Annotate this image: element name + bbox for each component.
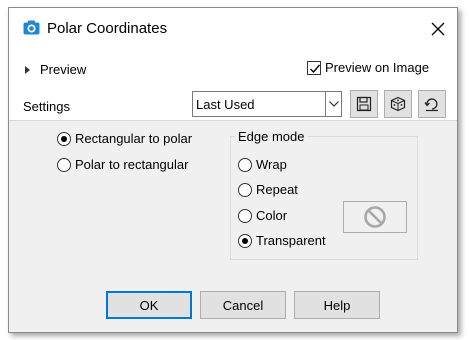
- radio-edge-transparent[interactable]: Transparent: [238, 233, 326, 248]
- dialog-window: Polar Coordinates Preview Preview on Ima…: [8, 7, 458, 333]
- radio-button[interactable]: [238, 208, 252, 223]
- radio-edge-color[interactable]: Color: [238, 208, 287, 223]
- reset-button[interactable]: [418, 90, 446, 118]
- camera-app-icon: [23, 20, 40, 35]
- radio-button[interactable]: [238, 233, 252, 248]
- cancel-button-label: Cancel: [222, 297, 264, 313]
- radio-label: Polar to rectangular: [75, 157, 189, 172]
- preview-label: Preview: [40, 62, 87, 77]
- radio-label: Color: [256, 208, 288, 223]
- header-panel: Preview Preview on Image Settings Last U…: [9, 48, 457, 120]
- cancel-button[interactable]: Cancel: [200, 291, 286, 319]
- radio-button[interactable]: [57, 131, 71, 146]
- radio-label: Rectangular to polar: [75, 131, 193, 146]
- section-divider: [9, 120, 457, 121]
- radio-button[interactable]: [238, 157, 252, 172]
- radio-button[interactable]: [57, 157, 71, 172]
- settings-selected-value: Last Used: [196, 96, 255, 112]
- checkmark-icon: [310, 64, 321, 73]
- edge-mode-legend: Edge mode: [235, 129, 308, 144]
- radio-edge-wrap[interactable]: Wrap: [238, 157, 287, 172]
- save-preset-button[interactable]: [350, 90, 378, 118]
- edge-color-swatch[interactable]: [343, 201, 407, 233]
- close-icon[interactable]: [425, 16, 451, 42]
- settings-dropdown[interactable]: Last Used: [192, 91, 342, 117]
- radio-edge-repeat[interactable]: Repeat: [238, 182, 298, 197]
- expand-arrow-icon: [25, 65, 30, 74]
- randomize-button[interactable]: [384, 90, 412, 118]
- radio-label: Wrap: [256, 157, 287, 172]
- radio-polar-to-rect[interactable]: Polar to rectangular: [57, 157, 188, 172]
- checkbox-box[interactable]: [307, 60, 321, 75]
- radio-rect-to-polar[interactable]: Rectangular to polar: [57, 131, 192, 146]
- title-bar: Polar Coordinates: [9, 8, 457, 48]
- help-button[interactable]: Help: [294, 291, 380, 319]
- reset-icon: [424, 98, 438, 112]
- no-color-icon: [364, 206, 386, 228]
- chevron-down-icon[interactable]: [325, 92, 341, 116]
- radio-button[interactable]: [238, 182, 252, 197]
- randomize-dice-icon: [390, 96, 406, 112]
- help-button-label: Help: [323, 297, 351, 313]
- preview-on-image-checkbox[interactable]: Preview on Image: [307, 60, 429, 75]
- window-title: Polar Coordinates: [47, 20, 168, 37]
- save-icon: [356, 96, 372, 112]
- ok-button-label: OK: [139, 297, 159, 313]
- settings-label: Settings: [23, 99, 70, 114]
- preview-on-image-label: Preview on Image: [325, 60, 430, 75]
- ok-button[interactable]: OK: [106, 291, 192, 319]
- preview-expander[interactable]: Preview: [25, 62, 86, 77]
- radio-label: Repeat: [256, 182, 298, 197]
- radio-label: Transparent: [256, 233, 326, 248]
